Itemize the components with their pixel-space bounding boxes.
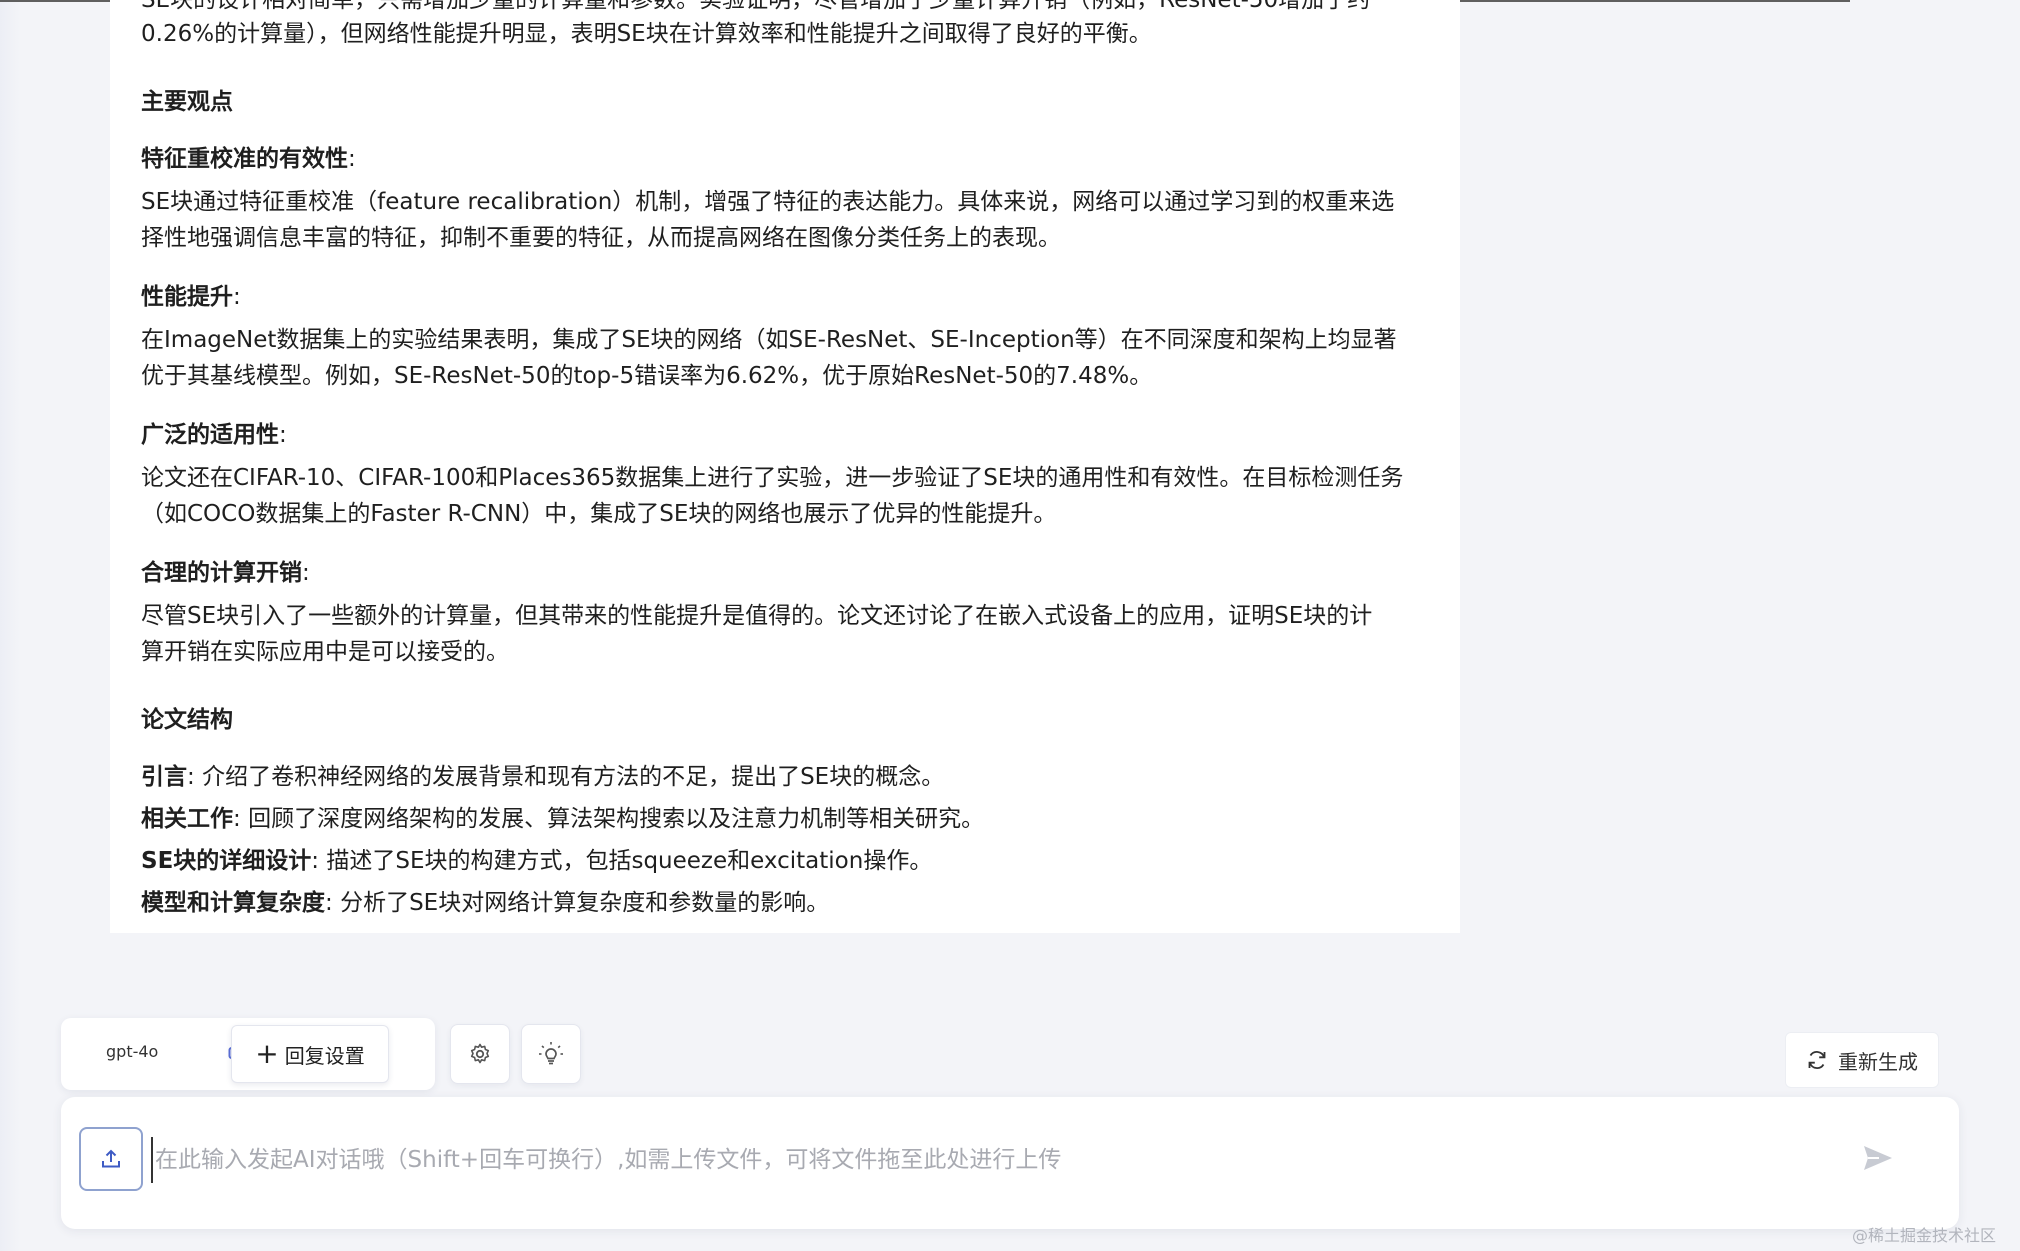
refresh-icon bbox=[1808, 1051, 1826, 1069]
point-title: 性能提升: bbox=[141, 284, 241, 310]
watermark: @稀土掘金技术社区 bbox=[1852, 1226, 1997, 1245]
gear-icon bbox=[470, 1043, 490, 1064]
assistant-message: SE块的设计相对简单，只需增加少量的计算量和参数。实验证明，尽管增加了少量计算开… bbox=[110, 0, 1460, 933]
upload-button[interactable] bbox=[79, 1127, 143, 1191]
section-heading-structure: 论文结构 bbox=[141, 707, 233, 733]
send-icon[interactable] bbox=[1861, 1143, 1895, 1173]
settings-button[interactable] bbox=[450, 1024, 510, 1084]
model-selector[interactable]: gpt-4o bbox=[106, 1042, 158, 1061]
chat-input[interactable] bbox=[151, 1137, 1857, 1183]
lightbulb-icon bbox=[539, 1042, 563, 1065]
reply-settings-button[interactable]: + 回复设置 bbox=[231, 1025, 389, 1083]
list-item: SE块的详细设计: 描述了SE块的构建方式，包括squeeze和excitati… bbox=[141, 848, 933, 874]
point-body: 尽管SE块引入了一些额外的计算量，但其带来的性能提升是值得的。论文还讨论了在嵌入… bbox=[141, 603, 1373, 665]
list-item: 模型和计算复杂度: 分析了SE块对网络计算复杂度和参数量的影响。 bbox=[141, 890, 830, 916]
regenerate-button[interactable]: 重新生成 bbox=[1785, 1032, 1939, 1088]
point-body: SE块通过特征重校准（feature recalibration）机制，增强了特… bbox=[141, 189, 1395, 251]
point-body: 在ImageNet数据集上的实验结果表明，集成了SE块的网络（如SE-ResNe… bbox=[141, 327, 1397, 389]
intro-line: 0.26%的计算量），但网络性能提升明显，表明SE块在计算效率和性能提升之间取得… bbox=[141, 21, 1152, 47]
tips-button[interactable] bbox=[521, 1024, 581, 1084]
upload-icon bbox=[102, 1149, 120, 1168]
point-title: 广泛的适用性: bbox=[141, 422, 287, 448]
model-toolbar: gpt-4o + 回复设置 bbox=[61, 1018, 435, 1090]
point-title: 合理的计算开销: bbox=[141, 560, 310, 586]
point-body: 论文还在CIFAR-10、CIFAR-100和Places365数据集上进行了实… bbox=[141, 465, 1404, 527]
section-heading-main-points: 主要观点 bbox=[141, 89, 233, 115]
point-title: 特征重校准的有效性: bbox=[141, 146, 356, 172]
plus-icon: + bbox=[255, 1037, 279, 1070]
list-item: 引言: 介绍了卷积神经网络的发展背景和现有方法的不足，提出了SE块的概念。 bbox=[141, 764, 945, 790]
chat-input-area bbox=[61, 1097, 1959, 1229]
list-item: 相关工作: 回顾了深度网络架构的发展、算法架构搜索以及注意力机制等相关研究。 bbox=[141, 806, 985, 832]
